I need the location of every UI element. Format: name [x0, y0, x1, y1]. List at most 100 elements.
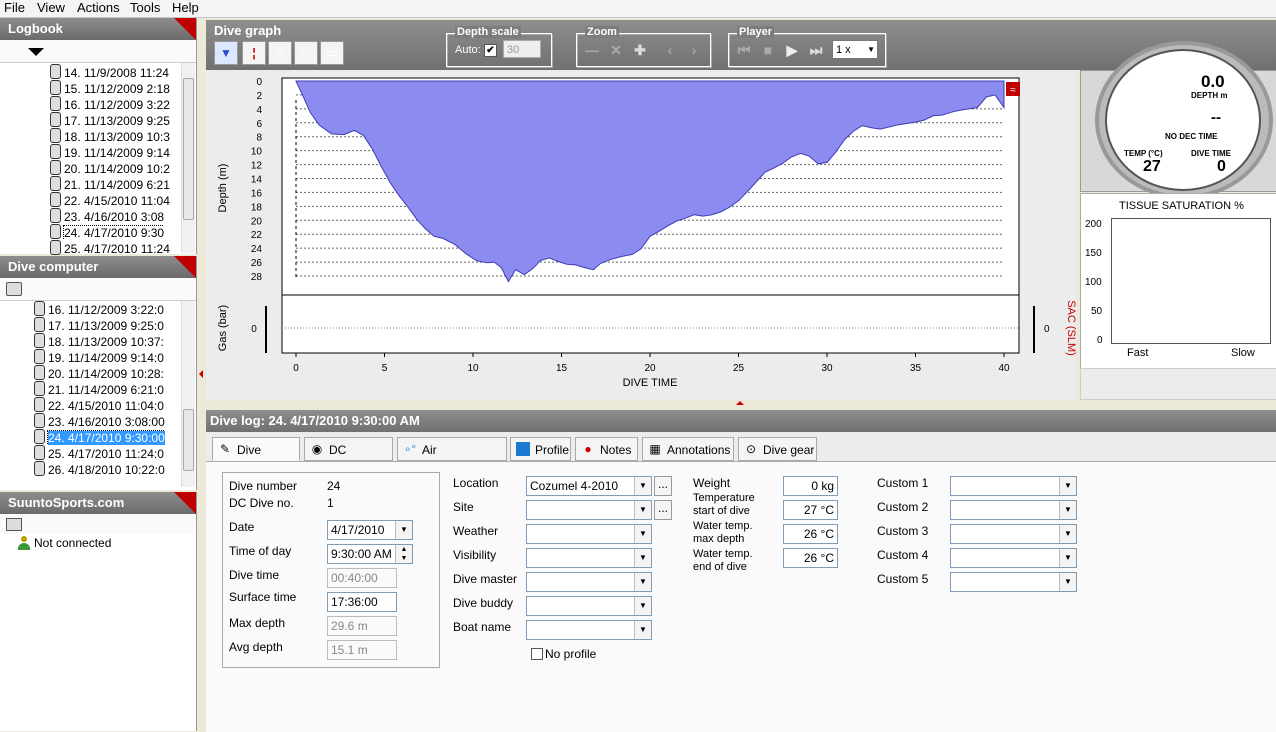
zoom-in-icon[interactable]: ✚ [631, 41, 649, 59]
site-select[interactable]: ▼ [526, 500, 652, 520]
curve-button[interactable]: ~ [268, 41, 292, 65]
surface-time-input[interactable]: 17:36:00 [327, 592, 397, 612]
tree-item[interactable]: 16. 11/12/2009 3:22:0 [34, 301, 164, 317]
tree-item[interactable]: 22. 4/15/2010 11:04:0 [34, 397, 164, 413]
site-browse-button[interactable]: ... [654, 500, 672, 520]
boat-name-label: Boat name [453, 620, 512, 634]
depth-scale-input[interactable]: 30 [503, 40, 541, 58]
custom-5-select[interactable]: ▼ [950, 572, 1077, 592]
sync-icon[interactable] [6, 518, 22, 531]
fit-button[interactable]: ▭ [320, 41, 344, 65]
menu-help[interactable]: Help [172, 0, 199, 16]
tree-item[interactable]: 19. 11/14/2009 9:14:0 [34, 349, 164, 365]
logbook-scrollbar[interactable] [181, 63, 195, 253]
tab-dive-gear[interactable]: ⊙ Dive gear [738, 437, 817, 461]
tab-air-consumption[interactable]: ∘°Air consumption [397, 437, 507, 481]
tree-item[interactable]: 18. 11/13/2009 10:3 [50, 128, 170, 144]
tree-item[interactable]: 24. 4/17/2010 9:30:00 [34, 429, 165, 445]
splitter-arrow-icon[interactable] [199, 370, 203, 378]
play-icon[interactable]: ▶ [783, 41, 801, 59]
weather-select[interactable]: ▼ [526, 524, 652, 544]
tree-item[interactable]: 15. 11/12/2009 2:18 [50, 80, 170, 96]
pin-button[interactable]: □ [294, 41, 318, 65]
zoom-fit-icon[interactable]: ✕ [607, 41, 625, 59]
tab-dc-settings[interactable]: ◉DC Settings [304, 437, 393, 481]
tab-annotations[interactable]: ▦ Annotations [642, 437, 734, 461]
location-browse-button[interactable]: ... [654, 476, 672, 496]
dive-computer-close-tab[interactable] [174, 256, 196, 278]
custom-1-select[interactable]: ▼ [950, 476, 1077, 496]
tree-item[interactable]: 14. 11/9/2008 11:24 [50, 64, 169, 80]
dive-computer-scrollbar[interactable] [181, 301, 195, 487]
collapse-arrow-icon[interactable] [28, 48, 44, 56]
chevron-down-icon: ▼ [1059, 525, 1076, 543]
logbook-toolbar [0, 40, 196, 63]
tree-item[interactable]: 25. 4/17/2010 11:24 [50, 240, 170, 256]
tab-annotations-label: Annotations [667, 443, 731, 457]
depth-axis: 0246810121416182022242628 [251, 77, 263, 283]
auto-label: Auto: [455, 44, 481, 56]
tree-item[interactable]: 26. 4/18/2010 10:22:0 [34, 461, 165, 477]
max-depth-label: Max depth [229, 616, 286, 630]
tree-item[interactable]: 16. 11/12/2009 3:22 [50, 96, 170, 112]
tab-notes[interactable]: ● Notes [575, 437, 638, 461]
dive-master-select[interactable]: ▼ [526, 572, 652, 592]
date-picker[interactable]: 4/17/2010 ▼ [327, 520, 413, 540]
weight-input[interactable]: 0 kg [783, 476, 838, 496]
tree-item[interactable]: 22. 4/15/2010 11:04 [50, 192, 170, 208]
tree-item[interactable]: 24. 4/17/2010 9:30 [50, 224, 165, 240]
depth-view-button[interactable]: ▼ [214, 41, 238, 65]
custom-2-label: Custom 2 [877, 500, 929, 514]
menu-view[interactable]: View [37, 0, 65, 16]
depth-tick-label: 8 [256, 133, 262, 144]
tree-item[interactable]: 18. 11/13/2009 10:37: [34, 333, 164, 349]
computer-connect-icon[interactable] [6, 282, 22, 296]
tab-profile[interactable]: Profile [510, 437, 571, 461]
tree-item[interactable]: 21. 11/14/2009 6:21:0 [34, 381, 164, 397]
dc-scroll-thumb[interactable] [183, 409, 194, 471]
visibility-select[interactable]: ▼ [526, 548, 652, 568]
gauge-no-dec-label: NO DEC TIME [1165, 132, 1218, 141]
tab-notes-label: Notes [600, 443, 632, 457]
custom-2-select[interactable]: ▼ [950, 500, 1077, 520]
menu-file[interactable]: File [4, 0, 25, 16]
tree-item[interactable]: 19. 11/14/2009 9:14 [50, 144, 170, 160]
boat-name-select[interactable]: ▼ [526, 620, 652, 640]
marker-button[interactable]: ¦ [242, 41, 266, 65]
stop-icon[interactable]: ■ [759, 41, 777, 59]
logbook-scroll-thumb[interactable] [183, 78, 194, 220]
suunto-close-tab[interactable] [174, 492, 196, 514]
time-of-day-input[interactable]: 9:30:00 AM ▲ ▼ [327, 544, 413, 564]
scroll-right-icon[interactable]: › [685, 41, 703, 59]
custom-3-select[interactable]: ▼ [950, 524, 1077, 544]
dive-buddy-select[interactable]: ▼ [526, 596, 652, 616]
temp-start-input[interactable]: 27 °C [783, 500, 838, 520]
dive-profile-chart[interactable]: 0246810121416182022242628 0 5 10 15 20 25 30 35… [206, 70, 1077, 400]
tree-item[interactable]: 20. 11/14/2009 10:28: [34, 365, 164, 381]
spinner-icon[interactable]: ▲ ▼ [395, 545, 412, 563]
tree-item[interactable]: 17. 11/13/2009 9:25:0 [34, 317, 164, 333]
tree-item[interactable]: 21. 11/14/2009 6:21 [50, 176, 170, 192]
logbook-close-tab[interactable] [174, 18, 196, 40]
menu-tools[interactable]: Tools [130, 0, 160, 16]
tree-item[interactable]: 25. 4/17/2010 11:24:0 [34, 445, 164, 461]
speed-select[interactable]: 1 x ▼ [832, 40, 878, 59]
step-icon[interactable]: ⏭ [807, 41, 825, 59]
tree-item[interactable]: 17. 11/13/2009 9:25 [50, 112, 170, 128]
splitter-up-icon[interactable] [736, 401, 744, 405]
menu-actions[interactable]: Actions [77, 0, 120, 16]
temp-end-input[interactable]: 26 °C [783, 548, 838, 568]
custom-4-select[interactable]: ▼ [950, 548, 1077, 568]
tree-item[interactable]: 23. 4/16/2010 3:08:00 [34, 413, 165, 429]
scroll-left-icon[interactable]: ‹ [661, 41, 679, 59]
tree-item[interactable]: 20. 11/14/2009 10:2 [50, 160, 170, 176]
tab-dive-details[interactable]: ✎Dive details [212, 437, 300, 481]
dive-computer-title: Dive computer [8, 259, 99, 274]
tree-item[interactable]: 23. 4/16/2010 3:08 [50, 208, 164, 224]
auto-checkbox[interactable]: ✔ [484, 44, 497, 57]
rewind-icon[interactable]: ⏮ [735, 41, 753, 59]
location-select[interactable]: Cozumel 4-2010 ▼ [526, 476, 652, 496]
temp-max-input[interactable]: 26 °C [783, 524, 838, 544]
no-profile-checkbox[interactable] [531, 648, 543, 660]
zoom-out-icon[interactable]: — [583, 41, 601, 59]
